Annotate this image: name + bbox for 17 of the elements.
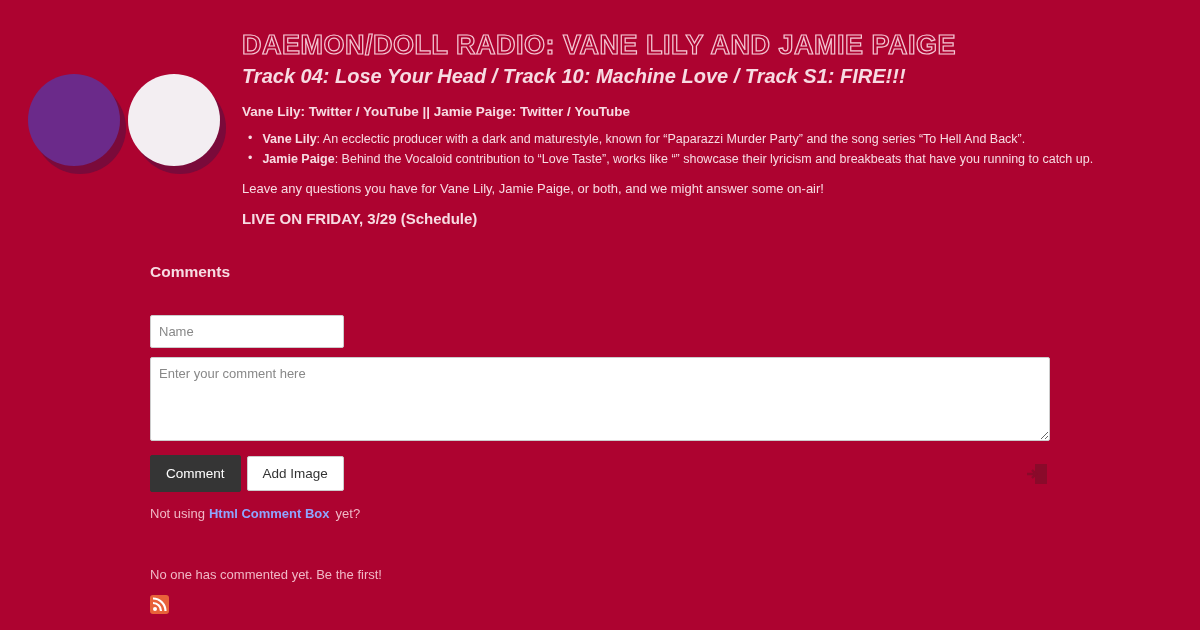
comments-heading: Comments [150,263,232,281]
artist-description: Vane Lily: An ecclectic producer with a dark and maturestyle, known for “Paparazzi Murder Party” and the song series “To Hell And Back”. [262,131,1026,148]
live-date: LIVE ON FRIDAY, 3/29 (Schedule) [242,210,479,227]
comment-field[interactable]: Enter your comment here [150,357,1050,441]
artist-links: Vane Lily: Twitter / YouTube || Jamie Paige: Twitter / YouTube [242,104,632,119]
page-title: DAEMON/DOLL RADIO: VANE LILY AND JAMIE PAIGE [242,30,958,61]
name-field[interactable]: Name [150,315,344,348]
track-list: Track 04: Lose Your Head / Track 10: Machine Love / Track S1: FIRE!!! [242,65,1172,88]
bullet-marker: • [248,130,253,147]
add-image-button[interactable]: Add Image [246,456,344,491]
promo-text: Not using Html Comment Box yet? [150,506,362,521]
empty-message: No one has commented yet. Be the first! [150,567,383,582]
rss-icon[interactable] [150,595,169,614]
bullet-marker: • [248,150,253,167]
artist-description: Jamie Paige: Behind the Vocaloid contribution to “Love Taste”, works like “” showcase their lyricism and breakbeats that have you running to catch up. [262,151,1094,168]
note-text: Leave any questions you have for Vane Lily, Jamie Paige, or both, and we might answer some on-air! [242,181,825,196]
comment-button[interactable]: Comment [150,455,241,492]
